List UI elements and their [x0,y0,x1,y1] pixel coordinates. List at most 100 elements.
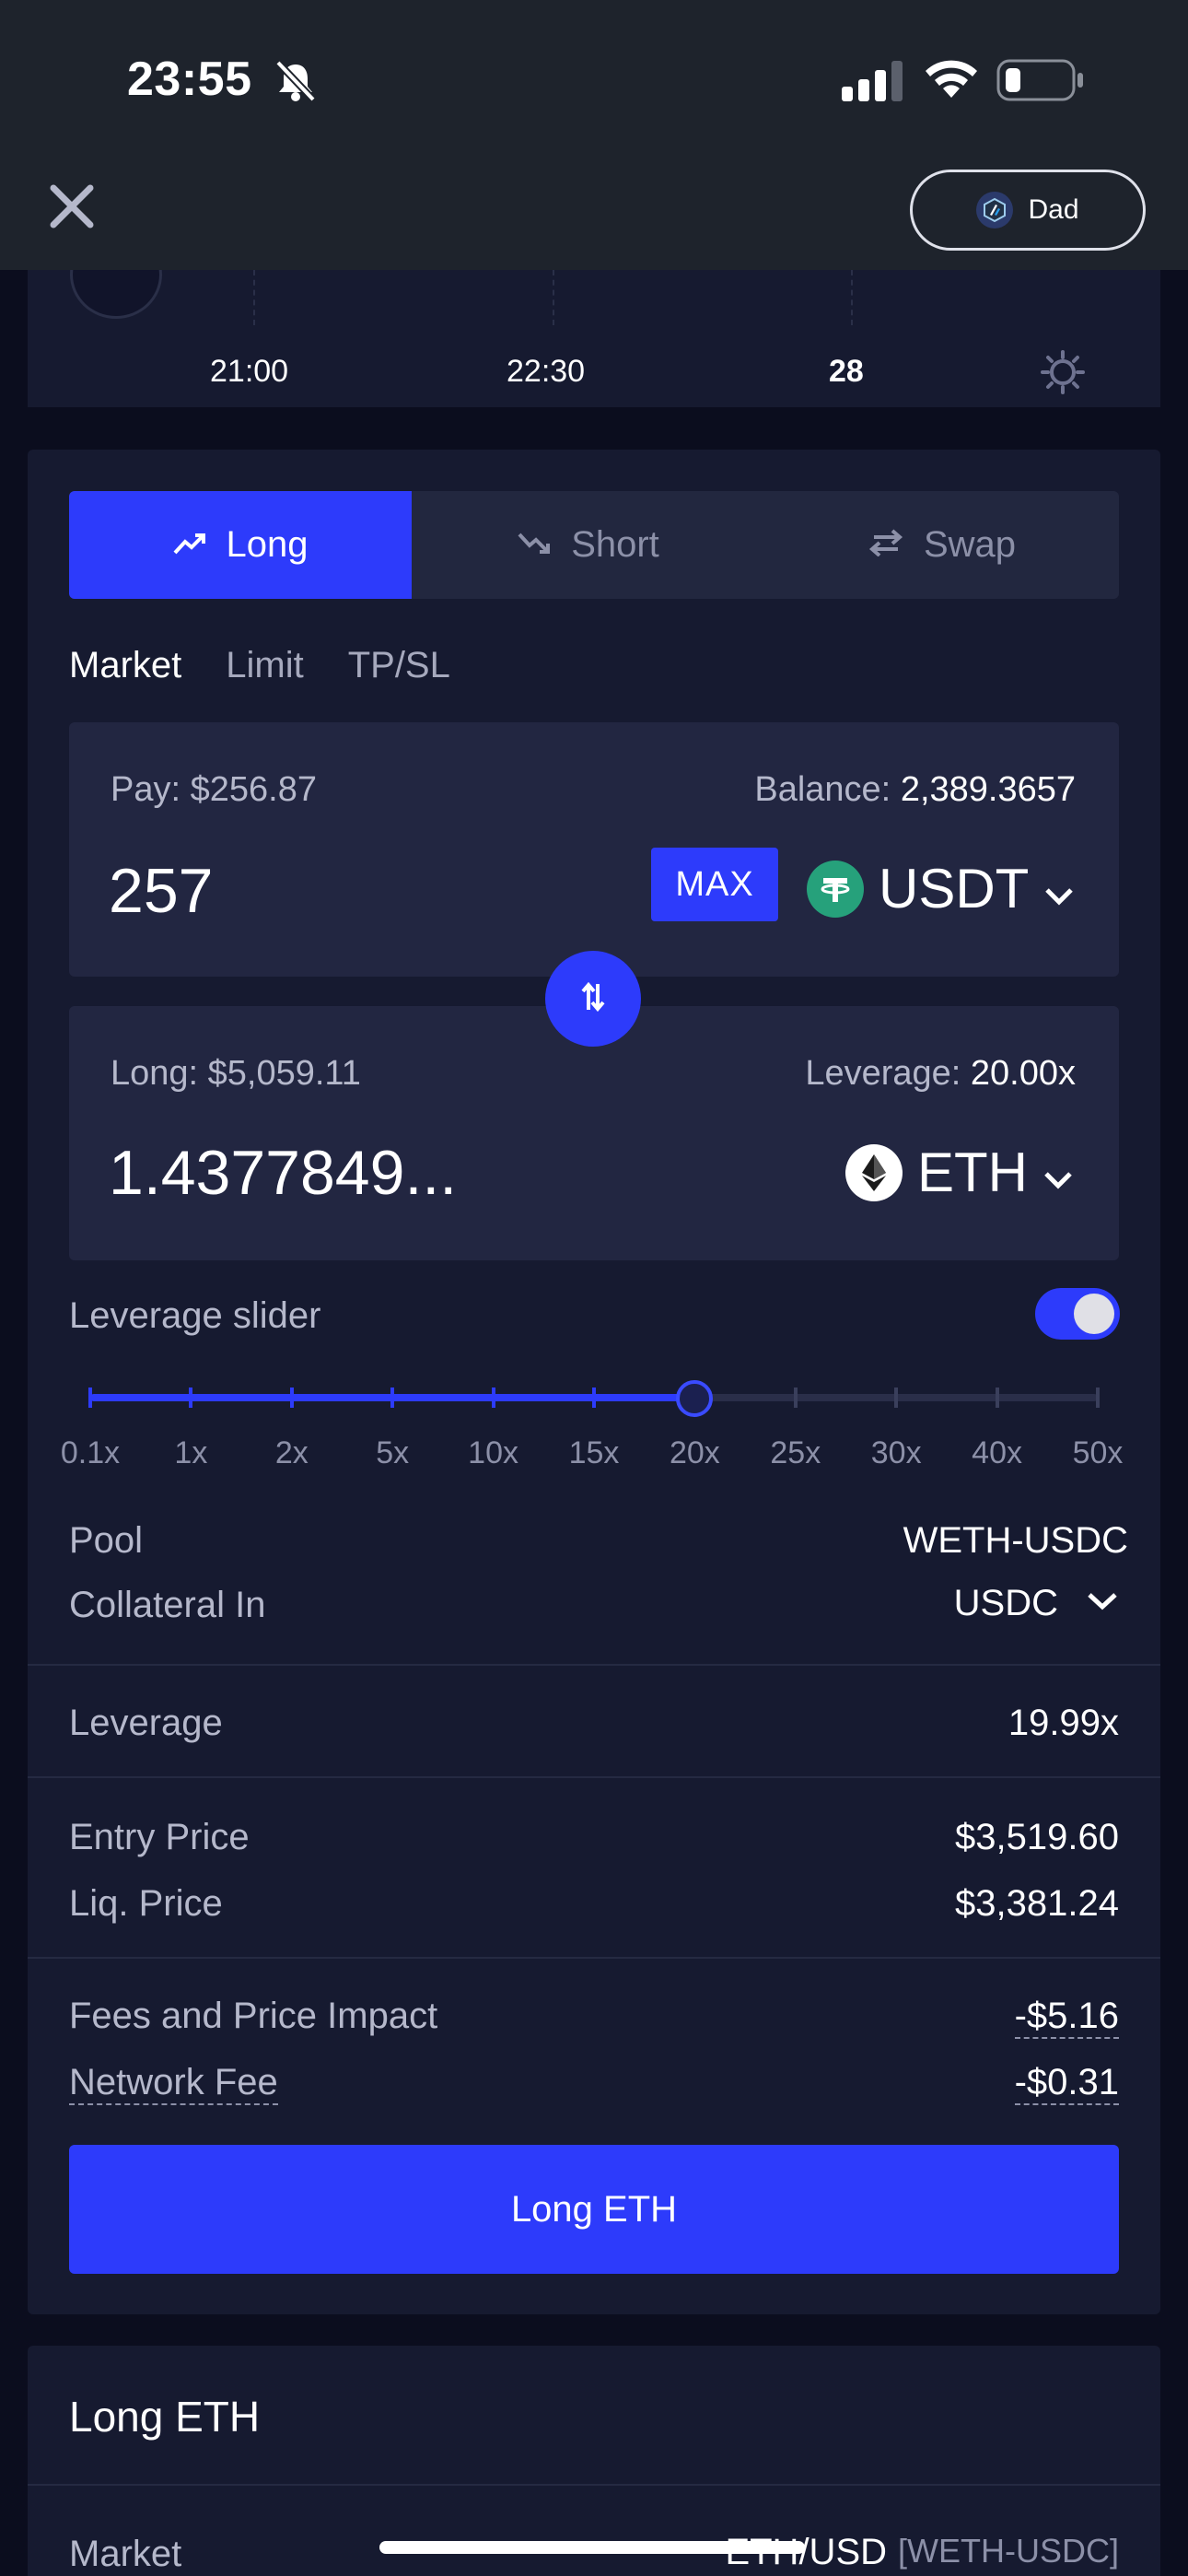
account-label: Dad [1028,194,1079,225]
tab-label: Swap [923,524,1017,565]
home-indicator [379,2541,805,2554]
leverage-row-label: Leverage [69,1703,223,1743]
pay-usd-label: Pay: $256.87 [111,770,317,809]
divider [28,1957,1160,1959]
long-usd-label: Long: $5,059.11 [111,1054,361,1093]
slider-stop-mark[interactable] [592,1388,596,1408]
balance-value: 2,389.3657 [900,770,1076,809]
chart-x-label: 22:30 [507,354,586,389]
pool-label: Pool [69,1520,144,1561]
long-token-label: ETH [917,1142,1028,1203]
chart-gridline [253,270,255,325]
pay-amount-input[interactable]: 257 [109,855,213,927]
slider-stop-label[interactable]: 1x [174,1435,207,1471]
chart-gridline [851,270,853,325]
tab-tp-sl[interactable]: TP/SL [348,645,450,686]
silent-bell-icon [274,59,317,108]
chevron-down-icon [1086,1590,1119,1617]
leverage-row-value: 19.99x [1007,1703,1119,1743]
account-button[interactable]: Dad [910,170,1146,251]
tab-market[interactable]: Market [69,645,181,686]
max-button[interactable]: MAX [651,848,778,921]
slider-stop-label[interactable]: 15x [569,1435,620,1471]
order-type-tabs: Market Limit TP/SL [69,645,450,686]
slider-stop-label[interactable]: 5x [376,1435,409,1471]
close-icon[interactable] [50,184,94,233]
tab-swap[interactable]: Swap [765,491,1119,599]
slider-stop-mark[interactable] [390,1388,395,1408]
top-bar: 23:55 Dad [0,0,1188,270]
leverage-slider-toggle[interactable] [1035,1288,1120,1340]
long-eth-button[interactable]: Long ETH [69,2145,1119,2274]
chart-settings-icon[interactable] [1041,350,1085,399]
trend-down-icon [518,524,551,566]
slider-stop-label[interactable]: 40x [972,1435,1022,1471]
status-time: 23:55 [127,53,252,106]
slider-stop-label[interactable]: 2x [275,1435,309,1471]
slider-stop-label[interactable]: 25x [770,1435,821,1471]
summary-title: Long ETH [69,2393,261,2441]
wifi-icon [923,57,980,104]
divider [28,2484,1160,2486]
slider-stop-label[interactable]: 50x [1073,1435,1124,1471]
chevron-down-icon [1043,857,1075,920]
market-label: Market [69,2534,182,2574]
leverage-label: Leverage: 20.00x [805,1054,1076,1094]
swap-arrows-icon [868,524,903,566]
entry-price-label: Entry Price [69,1817,250,1857]
fees-label: Fees and Price Impact [69,1996,438,2036]
eth-icon [845,1143,903,1201]
slider-stop-label[interactable]: 30x [871,1435,922,1471]
liq-price-label: Liq. Price [69,1883,223,1924]
slider-stop-mark[interactable] [995,1388,999,1408]
tab-label: Short [571,524,659,565]
price-chart [28,258,1160,407]
collateral-label: Collateral In [69,1585,266,1625]
fees-value[interactable]: -$5.16 [1014,1996,1119,2039]
tab-long[interactable]: Long [69,491,412,599]
slider-stop-mark[interactable] [894,1388,899,1408]
tab-label: Long [226,524,309,565]
slider-stop-mark[interactable] [793,1388,798,1408]
leverage-value: 20.00x [970,1054,1076,1093]
leverage-prefix: Leverage: [805,1054,971,1093]
usdt-icon [807,860,864,918]
slider-stop-mark[interactable] [189,1388,193,1408]
collateral-value: USDC [953,1583,1058,1623]
slider-stop-label[interactable]: 10x [468,1435,518,1471]
long-token-selector[interactable]: ETH [845,1141,1074,1204]
leverage-slider-label: Leverage slider [69,1295,321,1336]
battery-icon [996,59,1085,106]
balance-label: Balance: 2,389.3657 [754,770,1076,810]
pay-token-selector[interactable]: USDT [807,857,1075,920]
switch-arrows-icon [579,980,607,1018]
chart-gridline [553,270,554,325]
slider-stop-mark[interactable] [88,1388,92,1408]
balance-prefix: Balance: [754,770,901,809]
chart-x-label: 21:00 [210,354,289,389]
trade-tabs: Long Short Swap [69,491,1119,599]
slider-stop-mark[interactable] [491,1388,495,1408]
divider [28,1664,1160,1666]
slider-stop-label[interactable]: 0.1x [61,1435,120,1471]
tab-limit[interactable]: Limit [226,645,303,686]
long-amount-input[interactable]: 1.4377849... [109,1137,457,1209]
market-pool: [WETH-USDC] [898,2532,1119,2570]
liq-price-value: $3,381.24 [955,1883,1119,1924]
slider-stop-mark[interactable] [1096,1388,1100,1408]
network-fee-value[interactable]: -$0.31 [1014,2062,1119,2105]
tab-short[interactable]: Short [412,491,765,599]
slider-stop-mark[interactable] [289,1388,294,1408]
cellular-signal-icon [842,61,906,106]
arbitrum-icon [976,192,1014,228]
slider-stop-label[interactable]: 20x [670,1435,720,1471]
trend-up-icon [173,524,206,566]
network-fee-label[interactable]: Network Fee [69,2062,278,2105]
pay-box [69,722,1119,977]
collateral-selector[interactable]: USDC [954,1583,1119,1624]
entry-price-value: $3,519.60 [955,1817,1119,1857]
switch-direction-button[interactable] [545,951,641,1047]
pay-token-label: USDT [879,858,1030,919]
divider [28,1776,1160,1778]
chevron-down-icon [1042,1141,1074,1204]
